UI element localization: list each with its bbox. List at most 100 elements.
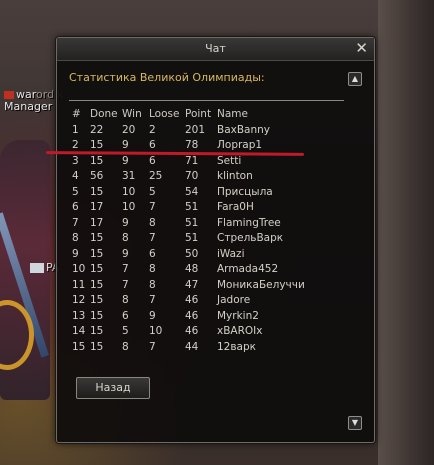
cell-win: 10 <box>122 185 136 198</box>
cell-number: 7 <box>72 216 79 229</box>
cell-win: 5 <box>122 325 129 337</box>
cell-name: xBAROIx <box>217 325 263 337</box>
cell-loose: 7 <box>149 294 156 306</box>
cell-loose: 2 <box>149 123 156 136</box>
table-row: 12 15 8 7 46 Jadore <box>69 294 349 310</box>
header-done: Done <box>90 108 118 120</box>
cell-loose: 7 <box>149 201 156 213</box>
header-win: Win <box>122 108 142 120</box>
cell-win: 20 <box>122 123 136 136</box>
cell-name: Jadore <box>217 294 251 306</box>
message-icon <box>30 263 44 273</box>
cell-win: 7 <box>122 278 129 291</box>
cell-win: 31 <box>122 170 136 182</box>
cell-number: 12 <box>72 294 86 306</box>
character-title: Manager <box>4 100 53 113</box>
table-row: 7 17 9 8 51 FlamingTree <box>69 217 349 233</box>
cell-name: Присцыла <box>217 185 273 198</box>
cell-name: Myrkin2 <box>217 309 259 322</box>
cell-done: 15 <box>90 139 104 151</box>
table-row: 15 15 8 7 44 12варк <box>69 341 349 357</box>
cell-number: 6 <box>72 201 79 213</box>
cell-point: 201 <box>185 123 206 136</box>
cell-done: 17 <box>90 216 104 229</box>
down-arrow-icon[interactable]: ▼ <box>348 416 362 430</box>
cell-done: 15 <box>90 263 104 275</box>
chat-window: Чат ✕ Статистика Великой Олимпиады: ▲ ▼ … <box>56 37 375 443</box>
cell-point: 71 <box>185 154 199 167</box>
divider <box>69 100 344 101</box>
cell-number: 3 <box>72 154 79 167</box>
cell-point: 51 <box>185 201 199 213</box>
cell-name: Fara0H <box>217 201 254 213</box>
cell-point: 46 <box>185 294 199 306</box>
cell-done: 56 <box>90 170 104 182</box>
cell-loose: 9 <box>149 309 156 322</box>
cell-point: 50 <box>185 247 199 260</box>
cell-name: МоникаБелуччи <box>217 278 305 291</box>
table-row: 8 15 8 7 51 СтрельВарк <box>69 232 349 248</box>
cell-number: 11 <box>72 278 86 291</box>
cell-name: Armada452 <box>217 263 279 275</box>
cell-point: 51 <box>185 232 199 244</box>
header-loose: Loose <box>149 108 180 120</box>
cell-win: 8 <box>122 294 129 306</box>
cell-win: 9 <box>122 247 129 260</box>
back-button[interactable]: Назад <box>76 377 150 399</box>
table-row: 14 15 5 10 46 xBAROIx <box>69 325 349 341</box>
table-row: 6 17 10 7 51 Fara0H <box>69 201 349 217</box>
table-row: 3 15 9 6 71 Setti <box>69 155 349 171</box>
cell-number: 9 <box>72 247 79 260</box>
cell-number: 15 <box>72 340 86 353</box>
stone-pillar <box>378 0 434 465</box>
close-icon[interactable]: ✕ <box>355 39 368 57</box>
cell-name: 12варк <box>217 340 256 353</box>
cell-win: 10 <box>122 201 136 213</box>
table-row: 13 15 6 9 46 Myrkin2 <box>69 310 349 326</box>
table-row: 9 15 9 6 50 iWazi <box>69 248 349 264</box>
cell-loose: 25 <box>149 170 163 182</box>
table-header: # Done Win Loose Point Name <box>69 108 349 124</box>
cell-number: 14 <box>72 325 86 337</box>
cell-loose: 7 <box>149 340 156 353</box>
cell-name: iWazi <box>217 247 245 260</box>
cell-done: 15 <box>90 247 104 260</box>
cell-done: 15 <box>90 309 104 322</box>
up-arrow-icon[interactable]: ▲ <box>348 72 362 86</box>
cell-loose: 7 <box>149 232 156 244</box>
window-titlebar[interactable]: Чат ✕ <box>57 38 374 61</box>
cell-done: 15 <box>90 278 104 291</box>
table-row: 1 22 20 2 201 BaxBanny <box>69 124 349 140</box>
cell-name: СтрельВарк <box>217 232 284 244</box>
cell-done: 17 <box>90 201 104 213</box>
clan-flag-icon <box>4 91 14 99</box>
cell-point: 47 <box>185 278 199 291</box>
cell-win: 9 <box>122 216 129 229</box>
cell-number: 2 <box>72 139 79 151</box>
header-number: # <box>72 108 81 120</box>
cell-done: 22 <box>90 123 104 136</box>
cell-name: Setti <box>217 154 242 167</box>
header-point: Point <box>185 108 212 120</box>
cell-loose: 6 <box>149 139 156 151</box>
cell-done: 15 <box>90 154 104 167</box>
cell-loose: 8 <box>149 263 156 275</box>
cell-number: 5 <box>72 185 79 198</box>
cell-done: 15 <box>90 185 104 198</box>
cell-win: 8 <box>122 232 129 244</box>
cell-point: 54 <box>185 185 199 198</box>
cell-done: 15 <box>90 294 104 306</box>
cell-point: 44 <box>185 340 199 353</box>
cell-point: 70 <box>185 170 199 182</box>
stats-heading: Статистика Великой Олимпиады: <box>69 71 265 84</box>
cell-number: 1 <box>72 123 79 136</box>
table-row: 10 15 7 8 48 Armada452 <box>69 263 349 279</box>
cell-loose: 6 <box>149 247 156 260</box>
table-row: 4 56 31 25 70 klinton <box>69 170 349 186</box>
cell-point: 48 <box>185 263 199 275</box>
cell-win: 9 <box>122 154 129 167</box>
header-name: Name <box>217 108 248 120</box>
cell-name: FlamingTree <box>217 216 281 229</box>
cell-loose: 8 <box>149 216 156 229</box>
cell-point: 46 <box>185 325 199 337</box>
